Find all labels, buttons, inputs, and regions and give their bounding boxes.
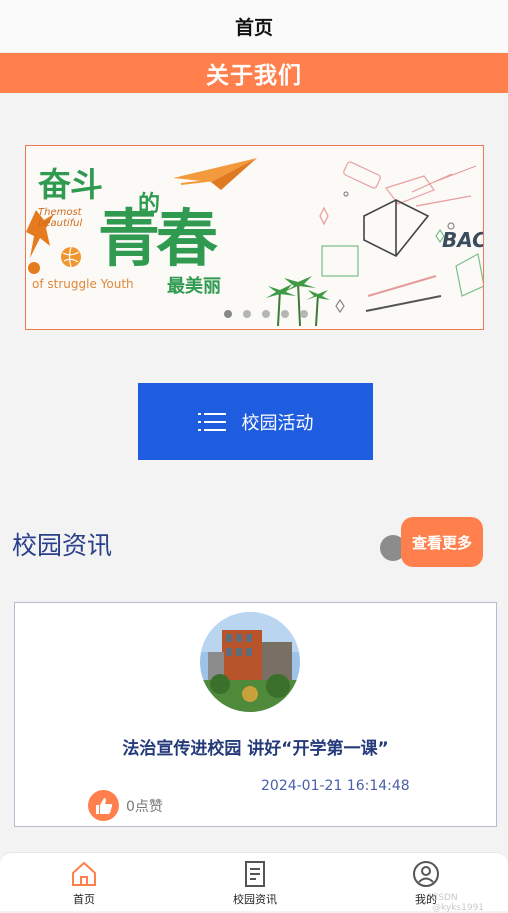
campus-activity-button[interactable]: 校园活动 — [138, 383, 373, 460]
tab-campus-news-label: 校园资讯 — [233, 893, 277, 906]
banner-headline-2: 青春 — [98, 202, 218, 275]
about-us-bar[interactable]: 关于我们 — [0, 53, 508, 93]
banner-carousel[interactable]: 奋斗 的 Themost beautiful 青春 最美丽 of struggl… — [25, 145, 484, 330]
volleyball-icon — [61, 246, 81, 268]
document-icon — [245, 861, 265, 887]
carousel-dot[interactable] — [243, 310, 251, 318]
top-title-bar: 首页 — [0, 0, 508, 52]
carousel-dot[interactable] — [224, 310, 232, 318]
view-more-button[interactable]: 查看更多 — [401, 517, 483, 567]
home-icon — [72, 861, 96, 886]
banner-english-small: Themost beautiful — [38, 207, 83, 229]
carousel-dot[interactable] — [262, 310, 270, 318]
campus-activity-label: 校园活动 — [241, 412, 314, 434]
watermark: CSDN @kyks1991 — [432, 893, 485, 913]
banner-headline-3: 最美丽 — [167, 276, 221, 297]
palm-trees-illustration — [266, 276, 330, 327]
tab-home-label: 首页 — [73, 893, 95, 906]
paper-plane-illustration — [173, 158, 257, 190]
like-count: 0点赞 — [126, 799, 163, 815]
news-card[interactable]: 法治宣传进校园 讲好“开学第一课” 2024-01-21 16:14:48 0点… — [14, 602, 497, 827]
thumbs-up-icon[interactable] — [88, 790, 119, 821]
news-thumbnail — [200, 612, 300, 712]
carousel-indicators — [224, 310, 308, 318]
banner-english-big: of struggle Youth — [32, 277, 134, 291]
banner-bac-text: BAC — [442, 228, 484, 252]
about-us-label: 关于我们 — [206, 63, 302, 89]
banner-headline-1: 奋斗 — [38, 165, 103, 204]
tab-home[interactable]: 首页 — [39, 859, 129, 907]
news-title[interactable]: 法治宣传进校园 讲好“开学第一课” — [15, 734, 496, 759]
news-date: 2024-01-21 16:14:48 — [261, 778, 410, 794]
menu-icon — [197, 412, 226, 431]
tab-campus-news[interactable]: 校园资讯 — [210, 859, 300, 907]
carousel-dot[interactable] — [281, 310, 289, 318]
page-title: 首页 — [234, 16, 273, 39]
news-section-heading: 校园资讯 — [12, 531, 113, 560]
carousel-dot[interactable] — [300, 310, 308, 318]
user-icon — [413, 861, 439, 887]
